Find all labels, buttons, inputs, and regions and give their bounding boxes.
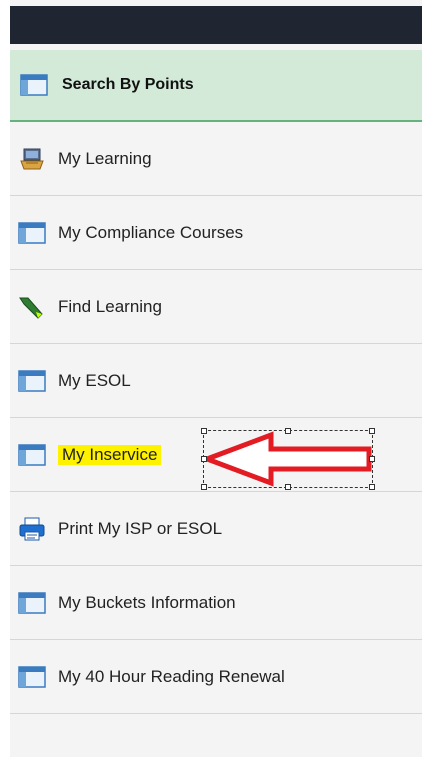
sidebar-header-label: Search By Points — [62, 76, 194, 93]
sidebar-item-my-learning[interactable]: My Learning — [10, 122, 422, 196]
window-icon — [18, 221, 46, 244]
sidebar-item-my-40-hour-reading-renewal[interactable]: My 40 Hour Reading Renewal — [10, 640, 422, 714]
sidebar-item-label: My Compliance Courses — [58, 222, 244, 242]
resize-handle-top-left[interactable] — [201, 428, 207, 434]
sidebar-item-label: Find Learning — [58, 296, 162, 316]
sidebar-item-label: Print My ISP or ESOL — [58, 518, 223, 538]
sidebar-item-print-my-isp-or-esol[interactable]: Print My ISP or ESOL — [10, 492, 422, 566]
resize-handle-left[interactable] — [201, 456, 207, 462]
window-icon — [18, 591, 46, 614]
resize-handle-bottom-left[interactable] — [201, 484, 207, 490]
sidebar-header-search-by-points[interactable]: Search By Points — [10, 50, 422, 122]
sidebar-panel: Search By Points My Learning My Complian… — [10, 0, 422, 757]
resize-handle-top[interactable] — [285, 428, 291, 434]
annotation-selection-box[interactable] — [201, 428, 375, 490]
window-icon — [20, 74, 48, 96]
resize-handle-right[interactable] — [369, 456, 375, 462]
printer-icon — [19, 517, 45, 540]
resize-handle-top-right[interactable] — [369, 428, 375, 434]
top-bar — [10, 6, 422, 44]
resize-handle-bottom-right[interactable] — [369, 484, 375, 490]
window-icon — [18, 443, 46, 466]
sidebar-nav: Search By Points My Learning My Complian… — [10, 50, 422, 714]
window-icon — [18, 369, 46, 392]
sidebar-item-my-buckets-information[interactable]: My Buckets Information — [10, 566, 422, 640]
sidebar-item-my-compliance-courses[interactable]: My Compliance Courses — [10, 196, 422, 270]
sidebar-item-label: My 40 Hour Reading Renewal — [58, 666, 285, 686]
sidebar-item-label: My ESOL — [58, 370, 131, 390]
sidebar-item-label: My Inservice — [58, 444, 162, 465]
window-icon — [18, 665, 46, 688]
red-arrow-icon — [203, 431, 372, 487]
resize-handle-bottom[interactable] — [285, 484, 291, 490]
flashlight-icon — [19, 297, 43, 319]
sidebar-item-my-esol[interactable]: My ESOL — [10, 344, 422, 418]
sidebar-item-find-learning[interactable]: Find Learning — [10, 270, 422, 344]
learning-icon — [20, 148, 44, 169]
sidebar-item-label: My Buckets Information — [58, 592, 236, 612]
sidebar-item-label: My Learning — [58, 148, 152, 168]
